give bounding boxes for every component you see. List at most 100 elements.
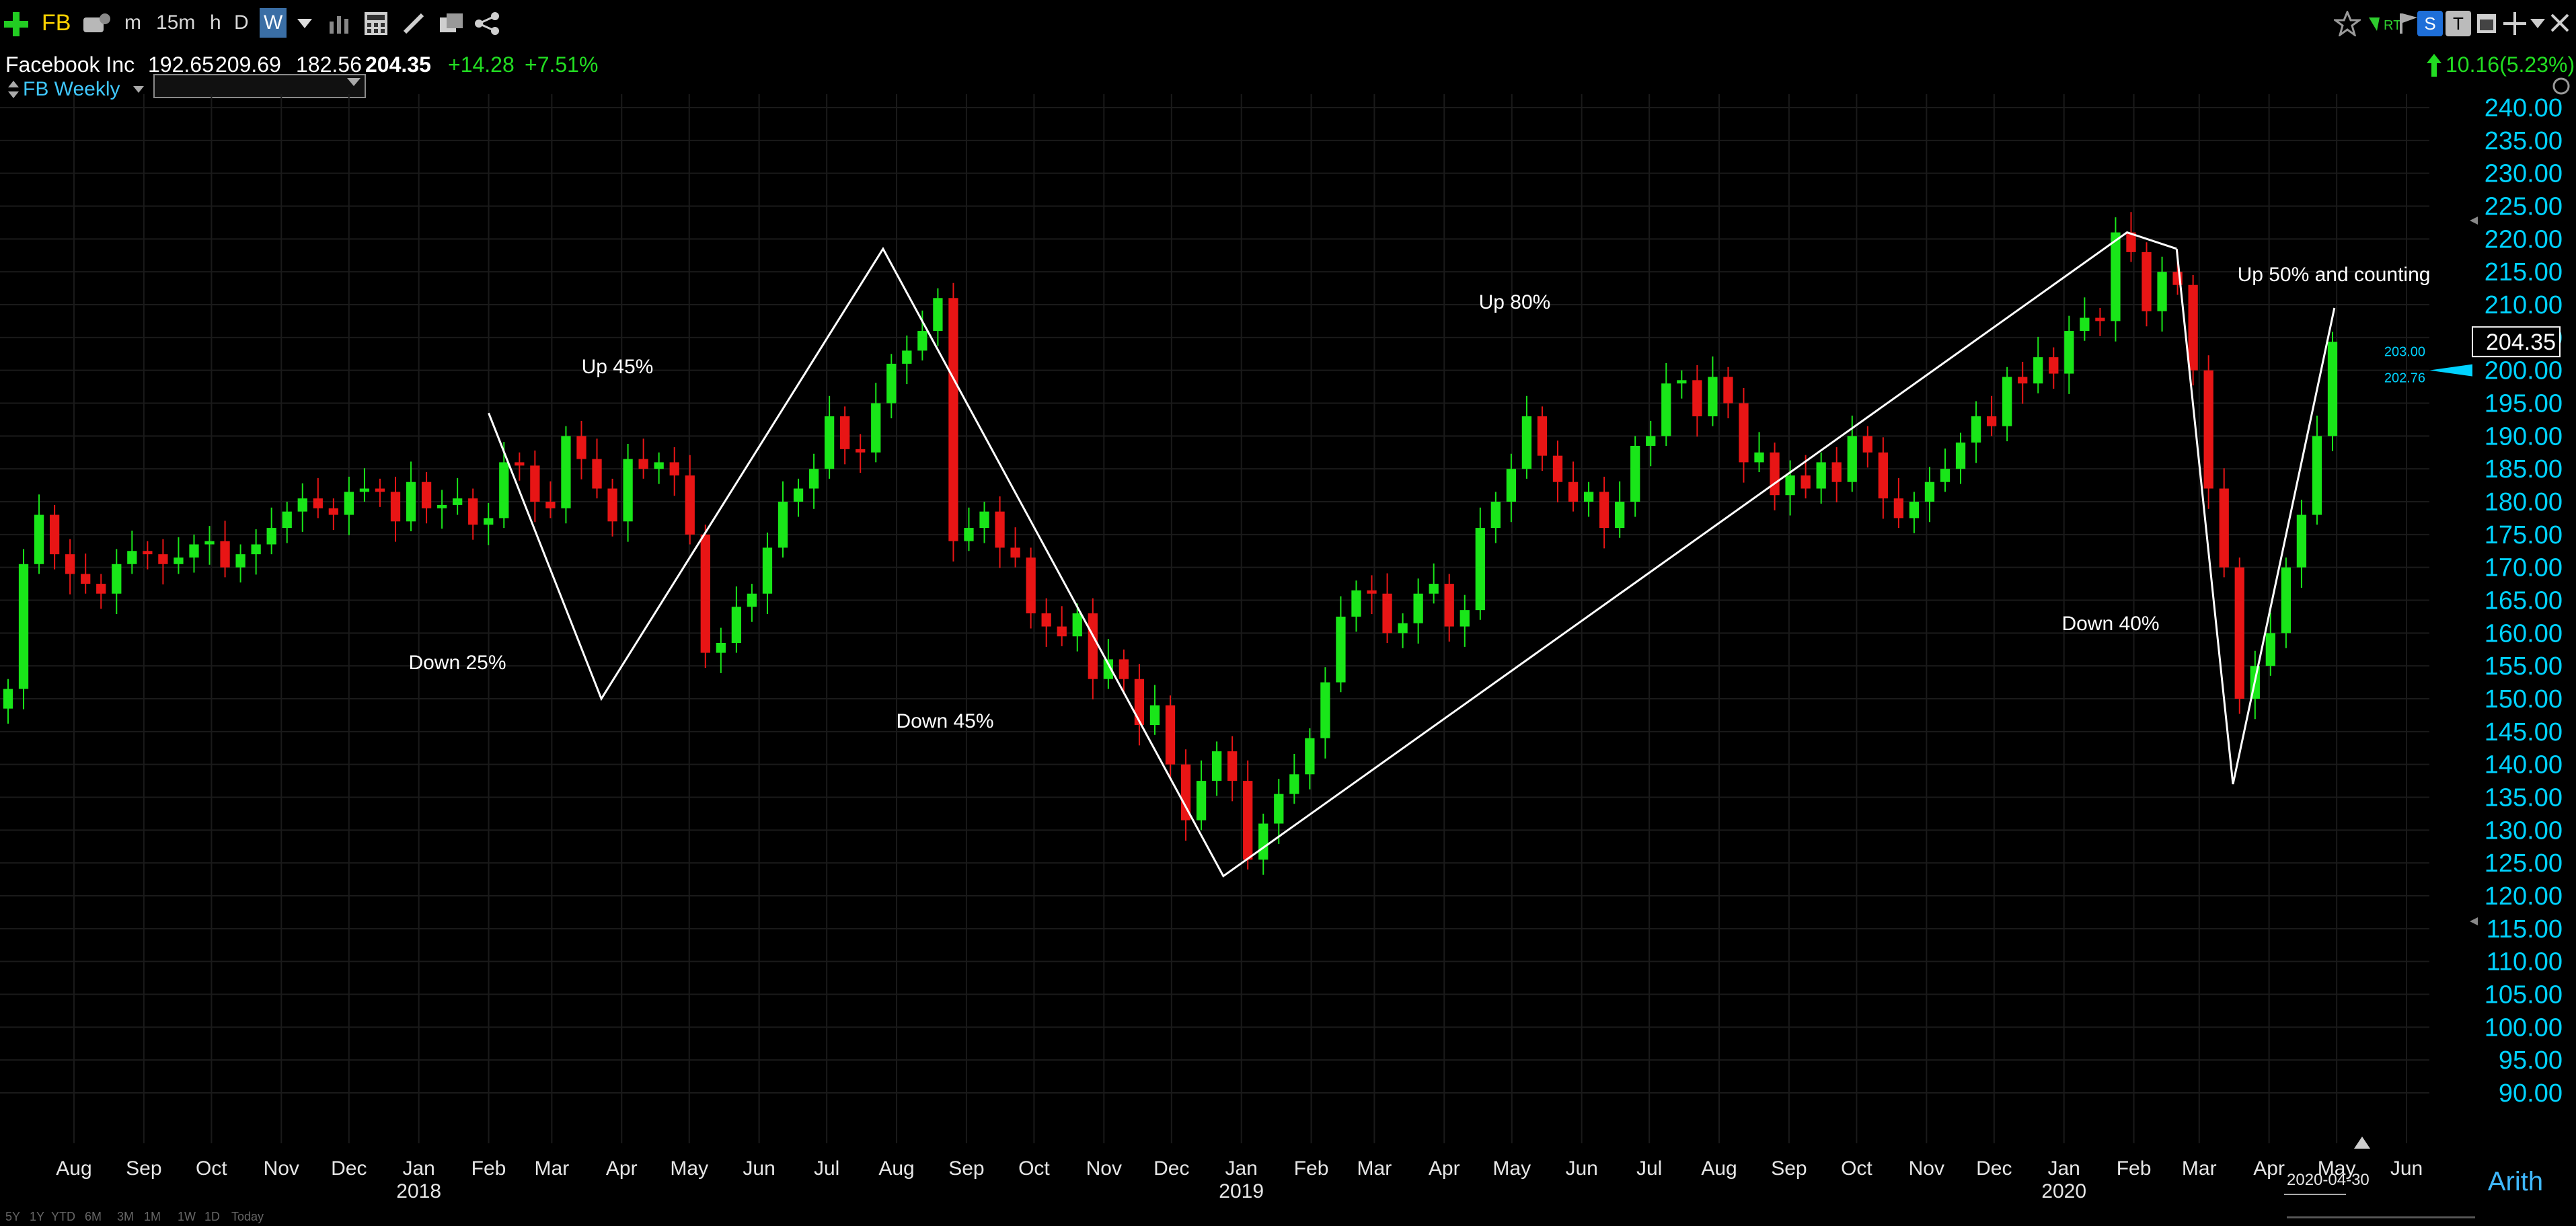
x-year-label: 2020 bbox=[2041, 1180, 2086, 1202]
trendline-main bbox=[488, 231, 2177, 878]
x-tick-label: Mar bbox=[535, 1157, 570, 1180]
candle-body bbox=[2172, 272, 2183, 285]
candle-body bbox=[2327, 342, 2338, 436]
interval-15-minute[interactable]: 15m bbox=[156, 8, 195, 38]
chevron-down-icon[interactable] bbox=[2530, 19, 2545, 28]
pencil-icon[interactable] bbox=[401, 11, 426, 36]
price-chart[interactable]: 240.00 235.00 230.00 225.00 220.00 215.00 210.… bbox=[0, 0, 2576, 1226]
x-tick-label: May bbox=[670, 1157, 708, 1180]
candle-body bbox=[576, 436, 586, 459]
y-tick-label: 145.00 bbox=[2485, 718, 2563, 746]
star-icon[interactable] bbox=[2334, 11, 2361, 36]
x-tick-label: Jul bbox=[1636, 1157, 1662, 1180]
candle-body bbox=[669, 462, 679, 475]
y-tick-label: 90.00 bbox=[2499, 1079, 2563, 1108]
candle-body bbox=[1444, 584, 1454, 627]
candle-body bbox=[995, 511, 1005, 548]
candle-body bbox=[1026, 558, 1036, 614]
candle-body bbox=[2080, 317, 2090, 332]
candle-body bbox=[1227, 751, 1238, 781]
candle-body bbox=[2312, 436, 2322, 515]
candle-body bbox=[359, 488, 370, 492]
candle-body bbox=[1568, 482, 1579, 502]
close-icon[interactable] bbox=[2549, 12, 2571, 34]
move-icon[interactable] bbox=[2502, 11, 2528, 36]
axis-arrow-icon bbox=[2470, 917, 2478, 925]
chevron-down-icon[interactable] bbox=[297, 19, 312, 28]
candle-body bbox=[1552, 455, 1563, 482]
candle-body bbox=[1429, 584, 1439, 594]
y-tick-label: 205.00 bbox=[2485, 324, 2563, 352]
bar-chart-icon[interactable] bbox=[328, 12, 351, 35]
candle-body bbox=[638, 459, 648, 469]
candle-body bbox=[2064, 331, 2074, 374]
x-tick-label: Jan bbox=[402, 1157, 434, 1180]
chevron-down-icon[interactable] bbox=[133, 86, 144, 93]
candle-body bbox=[545, 502, 556, 508]
candle-body bbox=[1831, 462, 1842, 482]
x-tick-label: Aug bbox=[878, 1157, 914, 1180]
y-tick-label: 170.00 bbox=[2485, 554, 2563, 582]
range-button: 1W bbox=[178, 1210, 196, 1223]
chevron-down-icon bbox=[347, 78, 361, 86]
x-tick-label: Jun bbox=[743, 1157, 775, 1180]
interval-hour[interactable]: h bbox=[210, 8, 221, 38]
y-tick-label: 190.00 bbox=[2485, 422, 2563, 451]
t-button[interactable]: T bbox=[2446, 11, 2471, 36]
candle-body bbox=[453, 498, 463, 505]
candle-body bbox=[1986, 416, 1997, 426]
candle-body bbox=[158, 554, 168, 564]
annotation-label: Up 80% bbox=[1479, 291, 1551, 313]
last-price-label: 204.35 bbox=[2486, 330, 2556, 355]
interval-minute[interactable]: m bbox=[124, 8, 141, 38]
candle-body bbox=[421, 482, 432, 508]
share-icon[interactable] bbox=[473, 11, 500, 36]
y-tick-label: 230.00 bbox=[2485, 160, 2563, 188]
x-tick-label: Feb bbox=[471, 1157, 506, 1180]
interval-week[interactable]: W bbox=[260, 8, 287, 38]
y-tick-label: 200.00 bbox=[2485, 357, 2563, 385]
flag-icon[interactable] bbox=[2398, 12, 2419, 35]
candle-body bbox=[2126, 232, 2136, 252]
price-marker-label: 202.76 bbox=[2384, 371, 2425, 385]
candle-body bbox=[65, 554, 75, 574]
candle-body bbox=[747, 593, 757, 607]
range-button: Today bbox=[231, 1210, 264, 1223]
candle-body bbox=[1460, 610, 1470, 627]
window-icon[interactable] bbox=[2475, 12, 2498, 35]
candle-body bbox=[143, 551, 153, 555]
calculator-icon[interactable] bbox=[363, 11, 389, 36]
x-tick-label: Sep bbox=[126, 1157, 161, 1180]
x-year-label: 2019 bbox=[1219, 1180, 1264, 1202]
candle-body bbox=[2265, 633, 2275, 666]
candle-body bbox=[1413, 593, 1423, 623]
y-tick-label: 115.00 bbox=[2487, 915, 2563, 944]
y-tick-label: 165.00 bbox=[2485, 587, 2563, 615]
candle-body bbox=[716, 642, 726, 653]
copy-icon[interactable] bbox=[437, 11, 464, 36]
candle-body bbox=[297, 498, 307, 512]
interval-day[interactable]: D bbox=[234, 8, 249, 38]
study-dropdown[interactable] bbox=[153, 74, 366, 98]
chart-name[interactable]: FB Weekly bbox=[23, 78, 120, 101]
candle-body bbox=[1211, 751, 1222, 781]
candle-body bbox=[1583, 492, 1594, 502]
candle-body bbox=[1909, 502, 1920, 519]
x-tick-label: Mar bbox=[1357, 1157, 1392, 1180]
sort-arrows-icon[interactable] bbox=[8, 81, 19, 98]
x-tick-label: Sep bbox=[948, 1157, 984, 1180]
candle-body bbox=[127, 551, 137, 564]
candle-body bbox=[1149, 705, 1160, 726]
add-symbol-icon[interactable] bbox=[3, 11, 30, 38]
y-tick-label: 120.00 bbox=[2485, 882, 2563, 911]
compare-icon[interactable] bbox=[82, 12, 112, 35]
candle-body bbox=[515, 462, 525, 466]
candle-body bbox=[1599, 492, 1609, 529]
candle-body bbox=[1754, 452, 1764, 463]
symbol-label[interactable]: FB bbox=[42, 8, 71, 38]
x-tick-label: Oct bbox=[1841, 1157, 1872, 1180]
s-button[interactable]: S bbox=[2417, 11, 2443, 36]
candle-body bbox=[81, 574, 91, 584]
x-tick-label: Nov bbox=[1086, 1157, 1122, 1180]
candle-body bbox=[2095, 317, 2105, 321]
